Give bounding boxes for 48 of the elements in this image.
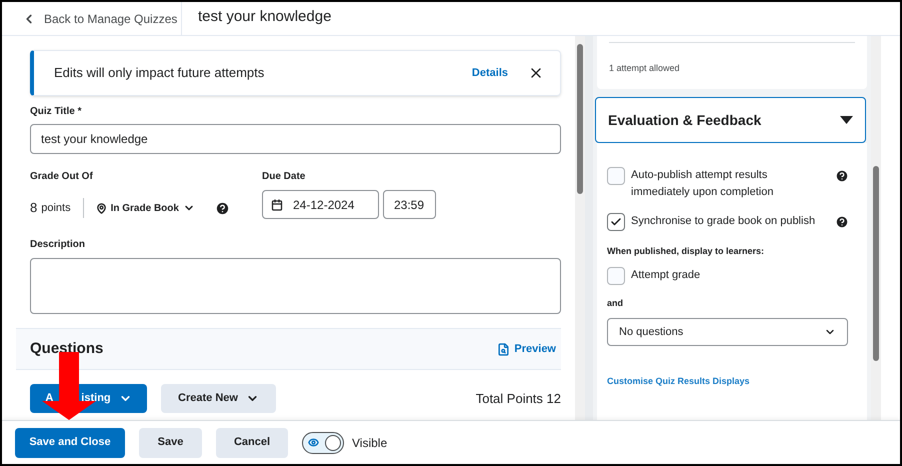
checkbox[interactable] [607, 167, 625, 185]
attempts-text: 1 attempt allowed [609, 63, 680, 73]
and-label: and [607, 296, 624, 310]
button-label: A [45, 391, 54, 406]
page-title: test your knowledge [197, 7, 332, 27]
section-header[interactable]: Evaluation & Feedback [595, 97, 866, 143]
grade-book-dropdown[interactable]: In Grade Book [96, 200, 195, 216]
scrollbar[interactable] [575, 36, 585, 420]
option-label: Auto-publish attempt results immediately upon completion [631, 168, 774, 200]
scrollbar[interactable] [871, 36, 881, 420]
points-unit: points [41, 198, 84, 218]
results-select[interactable]: No questions [607, 318, 848, 346]
visibility-label: Visible [352, 434, 388, 452]
back-link[interactable]: Back to Manage Quizzes [2, 2, 182, 35]
secondary-button[interactable]: Create New [161, 384, 276, 413]
notice-text: Edits will only impact future attempts [54, 64, 266, 82]
display-label: When published, display to learners: [607, 245, 766, 258]
customise-link[interactable]: Customise Quiz Results Displays [607, 375, 857, 388]
pin-icon [96, 202, 107, 214]
description-field[interactable] [30, 258, 561, 314]
option-label: Attempt grade [631, 268, 700, 284]
button-label: isting [81, 391, 111, 406]
calendar-icon [271, 198, 283, 210]
date-field[interactable]: 24-12-2024 [262, 190, 379, 219]
questions-title: Questions [30, 338, 104, 359]
total-points: Total Points 12 [476, 390, 561, 408]
option-label: Synchronise to grade book on publish [631, 214, 816, 229]
details-link[interactable]: Details [472, 64, 508, 82]
primary-button[interactable]: Save and Close [15, 428, 125, 458]
secondary-button[interactable]: Cancel [216, 428, 288, 458]
help-icon [214, 200, 230, 216]
field-label: Quiz Title * [30, 105, 82, 119]
quiz-title-field[interactable]: test your knowledge [30, 124, 561, 154]
eye-icon [308, 437, 319, 448]
points-value: 8 [30, 199, 38, 218]
check-icon [610, 216, 622, 228]
field-label: Grade Out Of [30, 170, 94, 184]
secondary-button[interactable]: Save [139, 428, 202, 458]
field-label: Due Date [262, 170, 306, 184]
preview-link[interactable]: Preview [497, 340, 556, 358]
field-label: Description [30, 238, 86, 252]
preview-icon [497, 342, 510, 356]
help-icon[interactable] [835, 215, 849, 229]
help-icon[interactable] [835, 169, 849, 183]
time-field[interactable]: 23:59 [383, 190, 436, 219]
checkbox[interactable] [607, 266, 625, 284]
checkbox[interactable] [607, 213, 625, 231]
visibility-toggle[interactable] [302, 432, 344, 454]
